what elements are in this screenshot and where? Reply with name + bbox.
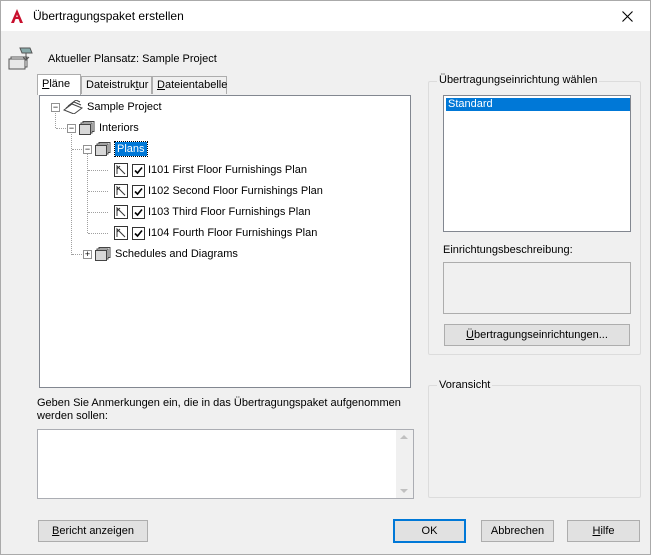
- checkmark-icon: [134, 187, 143, 195]
- setup-list-item-standard[interactable]: Standard: [446, 98, 630, 111]
- tree-node-sheet[interactable]: I102 Second Floor Furnishings Plan: [114, 182, 323, 200]
- cancel-label: Abbrechen: [490, 525, 545, 537]
- sheet-tree[interactable]: − Sample Project − Interiors − Plans I10…: [39, 95, 411, 388]
- sheet-label: I103 Third Floor Furnishings Plan: [148, 206, 311, 218]
- tree-label-plans: Plans: [114, 141, 148, 157]
- preview-group: [428, 385, 641, 498]
- scroll-up-icon[interactable]: [400, 435, 408, 439]
- tab-dateistruktur[interactable]: Dateistruktur: [81, 76, 152, 94]
- sheetset-icon: [63, 100, 83, 114]
- tab-dateientabelle-mnemonic: D: [157, 79, 165, 91]
- ok-button[interactable]: OK: [393, 519, 466, 543]
- checkmark-icon: [134, 166, 143, 174]
- sheet-checkbox[interactable]: [132, 163, 145, 177]
- tree-node-plans[interactable]: − Plans: [83, 140, 148, 158]
- help-rest: ilfe: [600, 525, 615, 537]
- tree-label-interiors: Interiors: [99, 122, 139, 134]
- scroll-down-icon[interactable]: [400, 489, 408, 493]
- sheet-checkbox[interactable]: [132, 184, 145, 198]
- sheet-icon: [114, 184, 128, 198]
- sheet-label: I101 First Floor Furnishings Plan: [148, 164, 307, 176]
- tab-plaene[interactable]: Pläne: [37, 74, 81, 95]
- cancel-button[interactable]: Abbrechen: [481, 520, 554, 542]
- transmittal-setups-rest: bertragungseinrichtungen...: [474, 329, 608, 341]
- tab-dateistruktur-rest: ur: [138, 79, 149, 91]
- setup-list[interactable]: Standard: [443, 95, 631, 232]
- subset-icon: [95, 142, 111, 156]
- collapse-icon[interactable]: −: [51, 102, 60, 112]
- setup-description-label: Einrichtungsbeschreibung:: [443, 244, 573, 256]
- tree-node-sheet[interactable]: I104 Fourth Floor Furnishings Plan: [114, 224, 317, 242]
- view-report-button[interactable]: Bericht anzeigen: [38, 520, 148, 542]
- sheet-icon: [114, 205, 128, 219]
- collapse-icon[interactable]: −: [67, 123, 76, 133]
- checkmark-icon: [134, 229, 143, 237]
- notes-textarea[interactable]: [37, 429, 414, 499]
- tree-node-interiors[interactable]: − Interiors: [67, 119, 139, 137]
- setup-description-box: [443, 262, 631, 314]
- tree-node-schedules[interactable]: + Schedules and Diagrams: [83, 245, 238, 263]
- notes-label: Geben Sie Anmerkungen ein, die in das Üb…: [37, 397, 401, 422]
- transmittal-setups-mnemonic: Ü: [466, 329, 474, 341]
- tab-dateientabelle[interactable]: Dateientabelle: [152, 76, 227, 94]
- expand-icon[interactable]: +: [83, 249, 92, 259]
- close-icon: [621, 10, 633, 22]
- subset-icon: [95, 247, 111, 261]
- current-sheetset-label: Aktueller Plansatz: Sample Project: [48, 53, 217, 65]
- close-button[interactable]: [604, 1, 650, 31]
- tab-plaene-rest: läne: [49, 78, 71, 90]
- window-title: Übertragungspaket erstellen: [33, 9, 184, 23]
- view-report-mnemonic: B: [52, 525, 60, 537]
- subset-icon: [79, 121, 95, 135]
- view-report-rest: ericht anzeigen: [59, 525, 134, 537]
- title-bar: Übertragungspaket erstellen: [1, 1, 650, 31]
- sheet-icon: [114, 226, 128, 240]
- collapse-icon[interactable]: −: [83, 144, 92, 154]
- preview-group-title: Voransicht: [437, 379, 493, 391]
- transmittal-setups-button[interactable]: Übertragungseinrichtungen...: [444, 324, 630, 346]
- sheet-checkbox[interactable]: [132, 226, 145, 240]
- ok-label: OK: [421, 525, 438, 537]
- tree-node-sheet[interactable]: I101 First Floor Furnishings Plan: [114, 161, 307, 179]
- sheet-label: I104 Fourth Floor Furnishings Plan: [148, 227, 318, 239]
- tree-label-schedules: Schedules and Diagrams: [115, 248, 238, 260]
- help-mnemonic: H: [592, 525, 601, 537]
- dialog-window: Übertragungspaket erstellen Aktueller Pl…: [0, 0, 651, 555]
- tab-dateientabelle-rest: ateientabelle: [164, 79, 228, 91]
- tab-dateistruktur-pre: Dateistruk: [86, 79, 136, 91]
- tree-label-root: Sample Project: [87, 101, 162, 113]
- checkmark-icon: [134, 208, 143, 216]
- sheet-label: I102 Second Floor Furnishings Plan: [148, 185, 323, 197]
- help-button[interactable]: Hilfe: [567, 520, 640, 542]
- tree-node-sheet[interactable]: I103 Third Floor Furnishings Plan: [114, 203, 310, 221]
- autocad-app-icon: [11, 9, 23, 23]
- sheet-checkbox[interactable]: [132, 205, 145, 219]
- setup-group-title: Übertragungseinrichtung wählen: [437, 74, 600, 86]
- notes-scrollbar[interactable]: [396, 430, 413, 498]
- etransmit-icon: [8, 47, 33, 70]
- tree-node-sample-project[interactable]: − Sample Project: [51, 98, 162, 116]
- sheet-icon: [114, 163, 128, 177]
